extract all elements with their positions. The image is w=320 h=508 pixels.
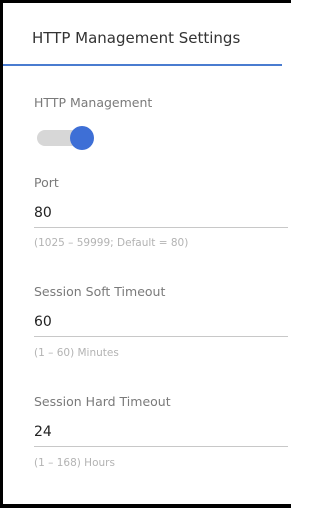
page-title: HTTP Management Settings (32, 29, 241, 47)
frame-bottom-edge (0, 504, 291, 508)
toggle-knob (70, 126, 94, 150)
http-management-label: HTTP Management (34, 95, 153, 110)
session-soft-timeout-label: Session Soft Timeout (34, 284, 166, 299)
panel-header: HTTP Management Settings (3, 3, 291, 66)
http-management-toggle[interactable] (37, 126, 95, 150)
http-management-settings-panel: HTTP Management Settings HTTP Management… (0, 0, 291, 508)
port-label: Port (34, 175, 59, 190)
session-hard-timeout-hint: (1 – 168) Hours (34, 457, 115, 469)
session-hard-timeout-label: Session Hard Timeout (34, 394, 171, 409)
port-input[interactable] (34, 199, 288, 228)
port-hint: (1025 – 59999; Default = 80) (34, 237, 189, 249)
frame-left-edge (0, 0, 3, 508)
session-soft-timeout-input[interactable] (34, 308, 288, 337)
session-hard-timeout-input[interactable] (34, 418, 288, 447)
header-underline (3, 64, 282, 66)
session-soft-timeout-hint: (1 – 60) Minutes (34, 347, 119, 359)
